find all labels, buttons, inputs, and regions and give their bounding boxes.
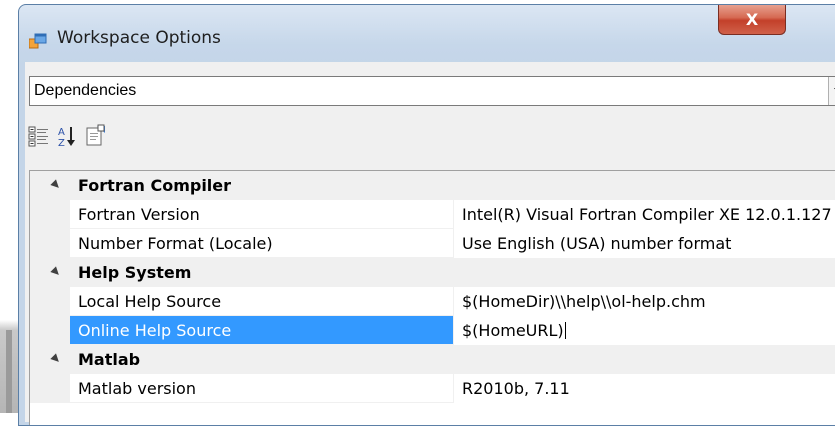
category-label: Help System (78, 263, 191, 282)
background-window-edge (0, 0, 20, 413)
property-name-cell[interactable]: Local Help Source (70, 287, 454, 316)
property-row-matlab-version[interactable]: Matlab version R2010b, 7.11 (30, 374, 835, 403)
property-value[interactable]: $(HomeDir)\\help\\ol-help.chm (462, 292, 706, 311)
dropdown-arrow-button[interactable] (828, 77, 835, 105)
grid-margin (30, 374, 70, 403)
property-name: Matlab version (78, 379, 196, 398)
window-title: Workspace Options (57, 28, 221, 48)
category-label: Matlab (78, 350, 140, 369)
property-name-cell[interactable]: Matlab version (70, 374, 454, 403)
title-bar[interactable]: Workspace Options X (19, 5, 835, 63)
property-name: Number Format (Locale) (78, 234, 273, 253)
category-matlab[interactable]: Matlab (30, 345, 835, 374)
app-window-icon (29, 33, 47, 49)
grid-margin (30, 229, 70, 258)
grid-margin (30, 316, 70, 345)
category-label: Fortran Compiler (78, 176, 231, 195)
object-selector-dropdown[interactable]: Dependencies (29, 76, 835, 106)
property-name-cell-selected[interactable]: Online Help Source (70, 316, 454, 345)
grid-margin (30, 200, 70, 229)
property-row-fortran-version[interactable]: Fortran Version Intel(R) Visual Fortran … (30, 200, 835, 229)
close-icon: X (746, 10, 758, 29)
grid-margin (30, 287, 70, 316)
category-help-system[interactable]: Help System (30, 258, 835, 287)
property-name-cell[interactable]: Number Format (Locale) (70, 229, 454, 258)
property-name: Online Help Source (78, 321, 231, 340)
property-pages-icon[interactable] (83, 124, 107, 148)
text-caret (565, 322, 566, 339)
property-grid: Fortran Compiler Fortran Version Intel(R… (29, 170, 835, 426)
workspace-options-window: Workspace Options X Dependencies (18, 4, 835, 426)
property-row-number-format[interactable]: Number Format (Locale) Use English (USA)… (30, 229, 835, 258)
svg-text:Z: Z (58, 138, 65, 148)
property-value[interactable]: R2010b, 7.11 (462, 379, 570, 398)
property-value-editor[interactable]: $(HomeURL) (462, 321, 566, 340)
dropdown-selected-value: Dependencies (34, 82, 136, 100)
property-name-cell[interactable]: Fortran Version (70, 200, 454, 229)
property-name: Fortran Version (78, 205, 200, 224)
alphabetical-sort-icon[interactable]: A Z (55, 124, 79, 148)
property-value-text: $(HomeURL) (462, 321, 564, 340)
background-scrollbar (6, 330, 12, 413)
property-value[interactable]: Intel(R) Visual Fortran Compiler XE 12.0… (462, 205, 832, 224)
property-value[interactable]: Use English (USA) number format (462, 234, 731, 253)
svg-text:A: A (58, 127, 65, 138)
property-grid-toolbar: A Z (25, 120, 225, 152)
dialog-client-area: Dependencies A Z (25, 62, 835, 422)
property-row-local-help-source[interactable]: Local Help Source $(HomeDir)\\help\\ol-h… (30, 287, 835, 316)
categorized-icon[interactable] (27, 124, 51, 148)
property-row-online-help-source[interactable]: Online Help Source $(HomeURL) (30, 316, 835, 345)
property-name: Local Help Source (78, 292, 221, 311)
close-button[interactable]: X (718, 4, 786, 35)
category-fortran-compiler[interactable]: Fortran Compiler (30, 171, 835, 200)
